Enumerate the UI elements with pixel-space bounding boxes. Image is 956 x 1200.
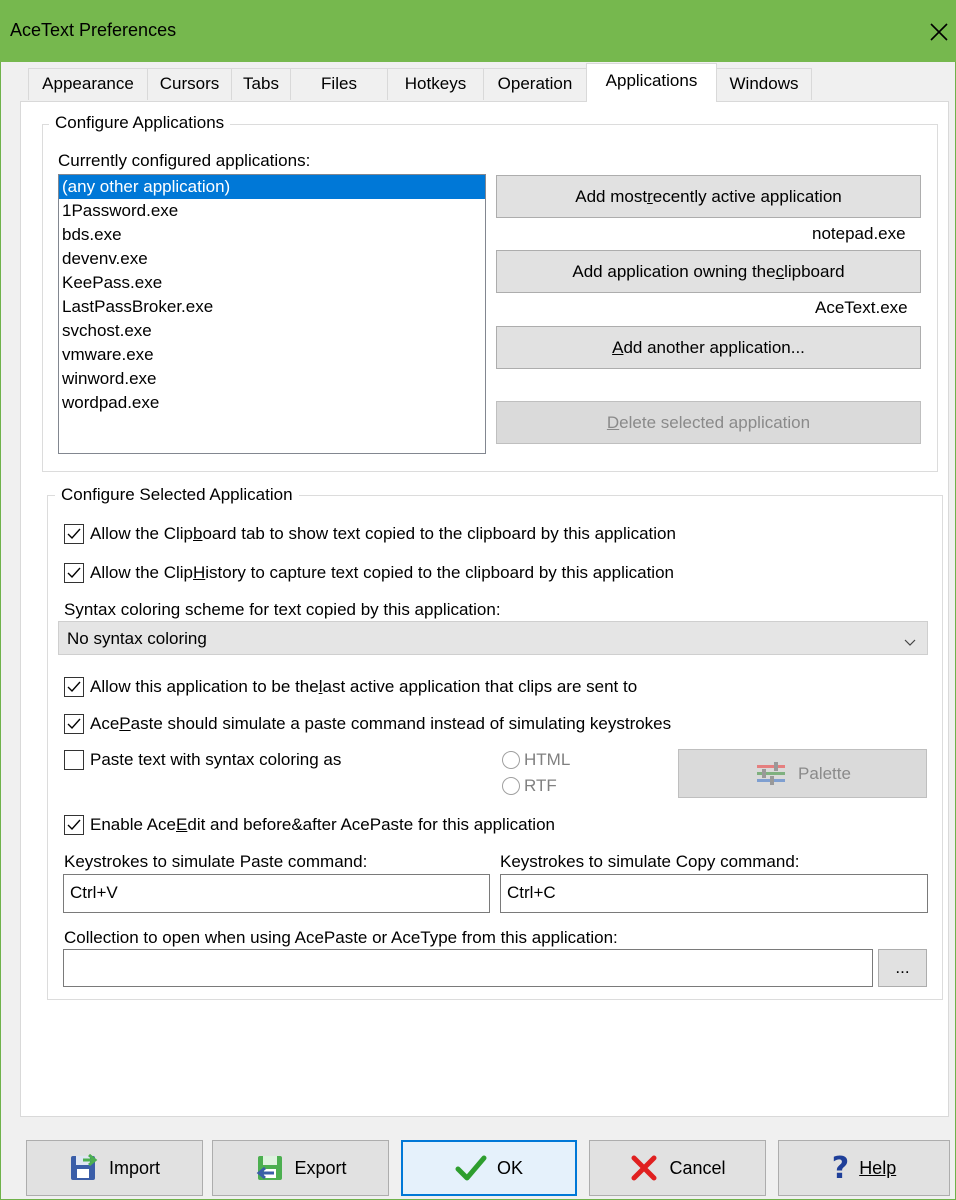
import-button[interactable]: Import — [26, 1140, 203, 1196]
list-item[interactable]: svchost.exe — [59, 319, 485, 343]
help-button[interactable]: ? Help — [778, 1140, 950, 1196]
checkbox-checked-icon[interactable] — [64, 714, 84, 734]
chevron-down-icon — [903, 632, 917, 652]
checkbox-checked-icon[interactable] — [64, 677, 84, 697]
browse-button[interactable]: ... — [878, 949, 927, 987]
tab-appearance[interactable]: Appearance — [28, 68, 148, 100]
copy-keys-label: Keystrokes to simulate Copy command: — [500, 852, 800, 871]
tab-files[interactable]: Files — [290, 68, 388, 100]
syntax-scheme-label: Syntax coloring scheme for text copied b… — [64, 600, 501, 619]
list-item[interactable]: KeePass.exe — [59, 271, 485, 295]
clipboard-app-name: AceText.exe — [815, 298, 908, 317]
radio-rtf[interactable]: RTF — [502, 776, 557, 796]
delete-selected-application-button[interactable]: Delete selected application — [496, 401, 921, 444]
radio-icon[interactable] — [502, 751, 520, 769]
paste-keys-input[interactable]: Ctrl+V — [63, 874, 490, 913]
radio-icon[interactable] — [502, 777, 520, 795]
list-label: Currently configured applications: — [58, 151, 311, 170]
tab-applications[interactable]: Applications — [586, 63, 717, 102]
add-clipboard-owner-button[interactable]: Add application owning the c lipboard — [496, 250, 921, 293]
add-another-application-button[interactable]: Add another application... — [496, 326, 921, 369]
palette-icon — [754, 761, 788, 787]
collection-label: Collection to open when using AcePaste o… — [64, 928, 618, 947]
radio-html[interactable]: HTML — [502, 750, 570, 770]
checkbox-checked-icon[interactable] — [64, 815, 84, 835]
list-item[interactable]: devenv.exe — [59, 247, 485, 271]
recent-app-name: notepad.exe — [812, 224, 906, 243]
collection-input[interactable] — [63, 949, 873, 987]
applications-list[interactable]: (any other application) 1Password.exe bd… — [58, 174, 486, 454]
cancel-button[interactable]: Cancel — [589, 1140, 766, 1196]
acepaste-simulate-checkbox[interactable]: Ace Paste should simulate a paste command… — [64, 714, 671, 734]
paste-keys-value: Ctrl+V — [70, 883, 118, 902]
list-item[interactable]: 1Password.exe — [59, 199, 485, 223]
checkmark-icon — [455, 1154, 487, 1182]
cancel-x-icon — [629, 1154, 659, 1182]
checkbox-checked-icon[interactable] — [64, 563, 84, 583]
syntax-scheme-value: No syntax coloring — [67, 629, 207, 648]
tab-cursors[interactable]: Cursors — [147, 68, 232, 100]
tab-operation[interactable]: Operation — [483, 68, 587, 100]
paste-syntax-coloring-checkbox[interactable]: Paste text with syntax coloring as — [64, 750, 341, 770]
checkbox-checked-icon[interactable] — [64, 524, 84, 544]
enable-aceedit-checkbox[interactable]: Enable Ace Edit and before&after AcePaste… — [64, 815, 555, 835]
allow-clipboard-tab-checkbox[interactable]: Allow the Clip b oard tab to show text cop… — [64, 524, 676, 544]
ok-button[interactable]: OK — [401, 1140, 577, 1196]
question-mark-icon: ? — [831, 1150, 850, 1186]
configure-selected-title: Configure Selected Application — [55, 485, 299, 505]
list-item[interactable]: bds.exe — [59, 223, 485, 247]
window-title: AceText Preferences — [10, 20, 177, 40]
syntax-scheme-select[interactable]: No syntax coloring — [58, 621, 928, 655]
paste-keys-label: Keystrokes to simulate Paste command: — [64, 852, 368, 871]
tab-hotkeys[interactable]: Hotkeys — [387, 68, 484, 100]
palette-button[interactable]: Palette — [678, 749, 927, 798]
tab-tabs[interactable]: Tabs — [231, 68, 291, 100]
export-icon — [254, 1154, 284, 1182]
tab-windows[interactable]: Windows — [716, 68, 812, 100]
close-icon[interactable] — [922, 12, 956, 50]
list-item[interactable]: winword.exe — [59, 367, 485, 391]
export-button[interactable]: Export — [212, 1140, 389, 1196]
checkbox-unchecked-icon[interactable] — [64, 750, 84, 770]
title-bar: AceText Preferences — [0, 0, 956, 62]
list-item[interactable]: (any other application) — [59, 175, 485, 199]
list-item[interactable]: vmware.exe — [59, 343, 485, 367]
add-recent-application-button[interactable]: Add most r ecently active application — [496, 175, 921, 218]
import-icon — [69, 1154, 99, 1182]
list-item[interactable]: wordpad.exe — [59, 391, 485, 415]
allow-cliphistory-checkbox[interactable]: Allow the Clip History to capture text co… — [64, 563, 674, 583]
configure-applications-title: Configure Applications — [49, 113, 231, 133]
copy-keys-value: Ctrl+C — [507, 883, 556, 902]
copy-keys-input[interactable]: Ctrl+C — [500, 874, 928, 913]
allow-last-active-checkbox[interactable]: Allow this application to be the l ast ac… — [64, 677, 637, 697]
list-item[interactable]: LastPassBroker.exe — [59, 295, 485, 319]
